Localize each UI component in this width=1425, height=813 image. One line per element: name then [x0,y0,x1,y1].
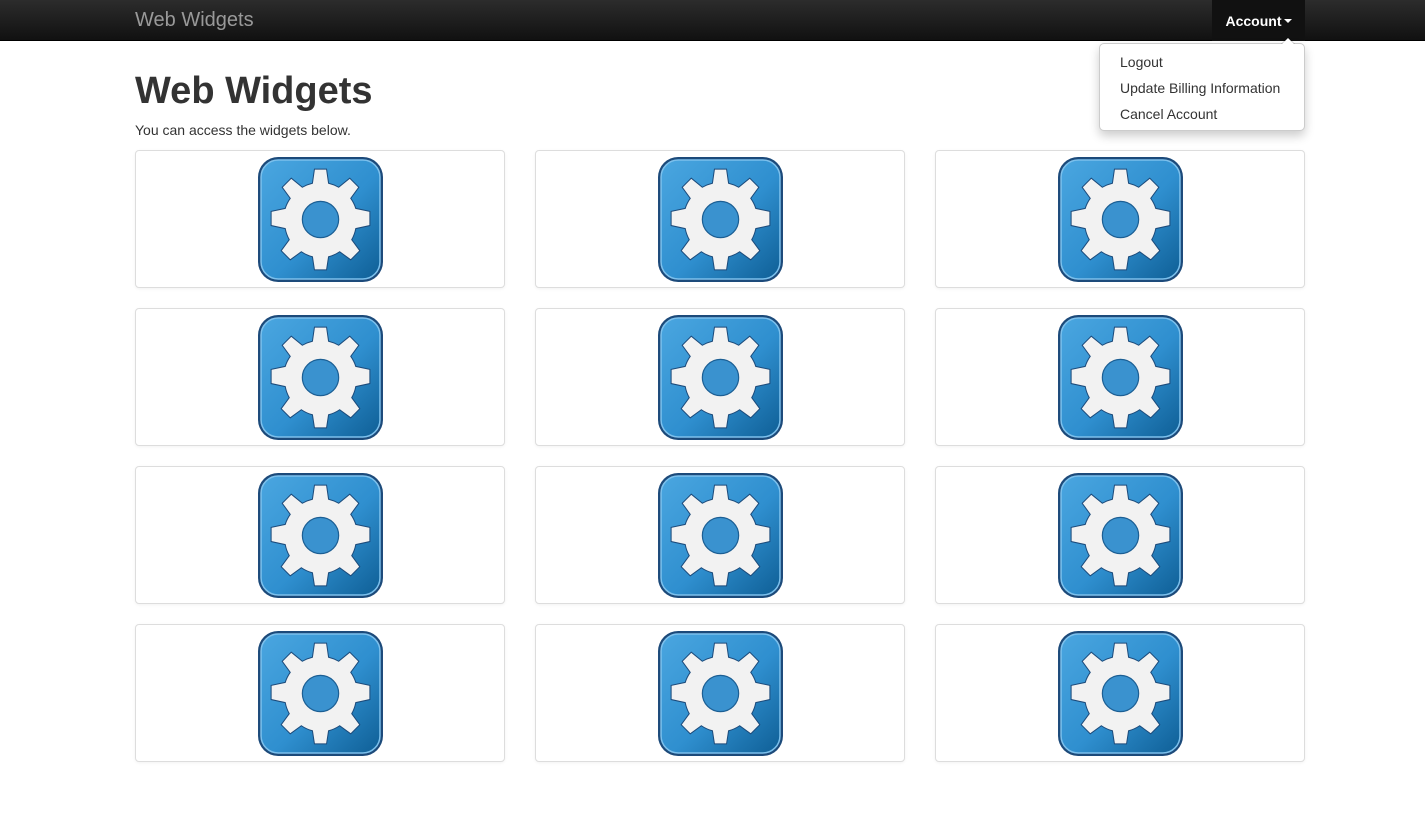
widget-tile[interactable] [135,150,505,288]
gear-icon [656,314,784,441]
intro-text: You can access the widgets below. [135,122,351,138]
gear-icon [1056,630,1184,757]
gear-icon [656,630,784,757]
widget-tile[interactable] [135,308,505,446]
gear-icon [256,630,384,757]
account-label: Account [1225,12,1282,29]
widget-tile[interactable] [935,308,1305,446]
widget-tile[interactable] [135,624,505,762]
logout-menu-item[interactable]: Logout [1100,49,1304,75]
gear-icon [656,472,784,599]
cancel-account-menu-item[interactable]: Cancel Account [1100,101,1304,127]
gear-icon [256,314,384,441]
widget-tile[interactable] [535,308,905,446]
gear-icon [256,472,384,599]
gear-icon [256,156,384,283]
update-billing-menu-item[interactable]: Update Billing Information [1100,75,1304,101]
caret-down-icon [1283,19,1292,23]
widget-tile[interactable] [535,466,905,604]
widget-tile[interactable] [935,466,1305,604]
gear-icon [1056,314,1184,441]
widget-tile[interactable] [135,466,505,604]
top-navbar: Web Widgets Account [0,0,1425,41]
gear-icon [1056,156,1184,283]
account-dropdown-menu: Logout Update Billing Information Cancel… [1099,37,1305,131]
gear-icon [1056,472,1184,599]
widget-tile[interactable] [535,150,905,288]
widget-tile[interactable] [935,624,1305,762]
account-dropdown-toggle[interactable]: Account [1212,0,1305,41]
widget-tile[interactable] [935,150,1305,288]
page-title: Web Widgets [135,70,373,112]
widget-tile[interactable] [535,624,905,762]
gear-icon [656,156,784,283]
widget-grid [135,150,1305,762]
brand-link[interactable]: Web Widgets [135,8,254,32]
